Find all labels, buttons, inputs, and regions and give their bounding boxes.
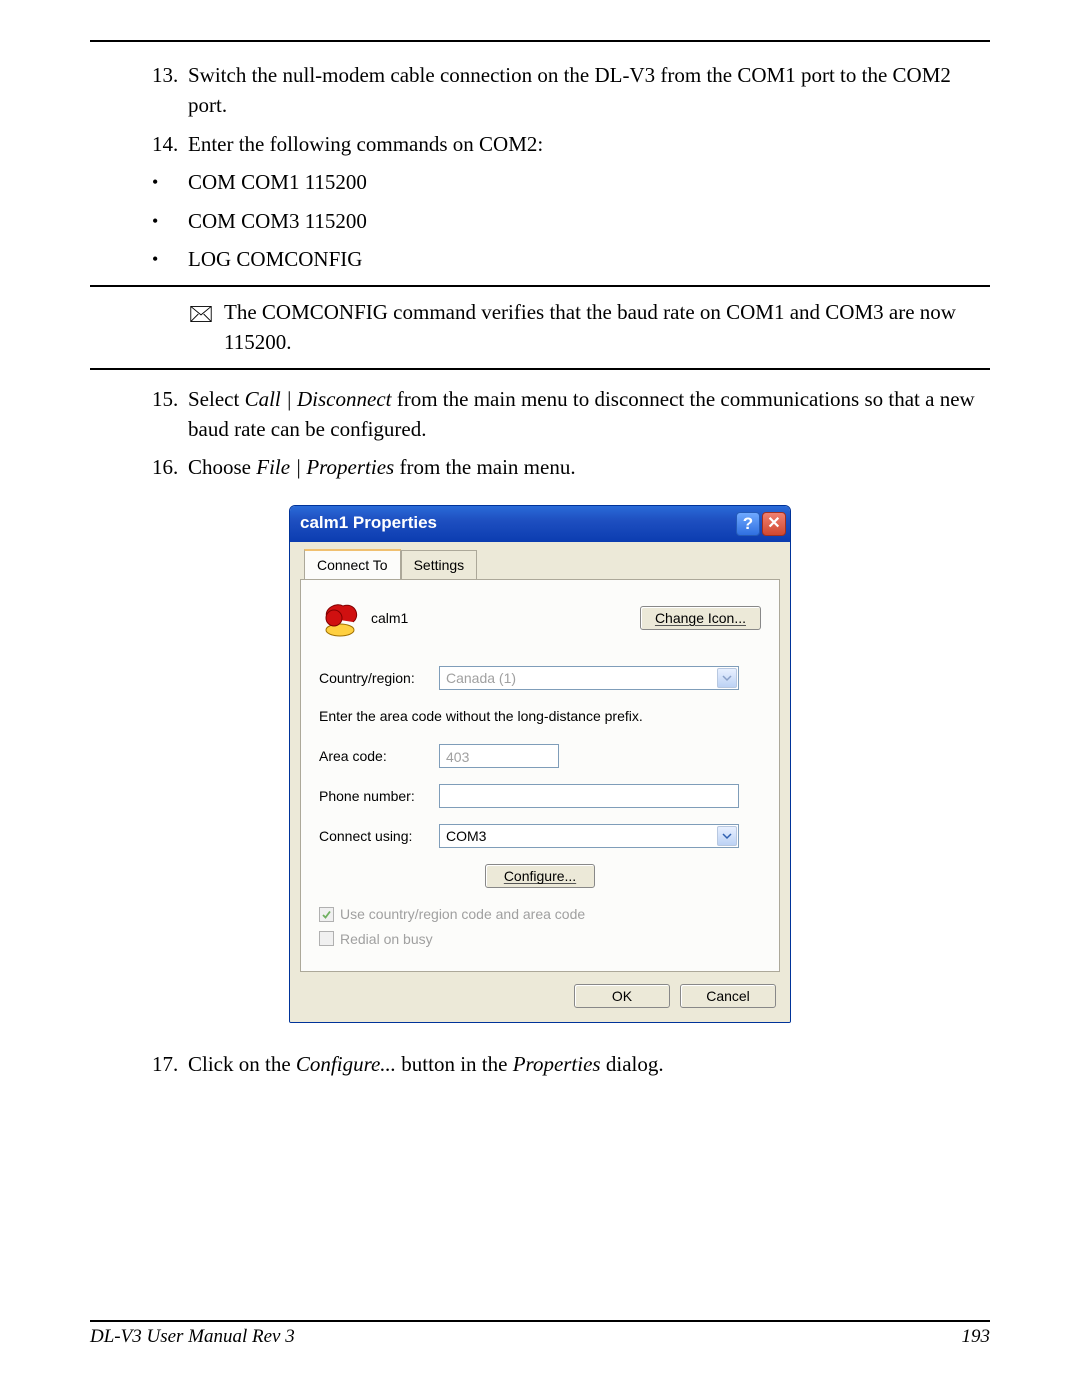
configure-button[interactable]: Configure... (485, 864, 595, 888)
bullet-item: • COM COM1 115200 (152, 167, 990, 197)
bullet-item: • COM COM3 115200 (152, 206, 990, 236)
properties-dialog: calm1 Properties ? ✕ Connect To Settings (289, 505, 791, 1023)
text-fragment: Choose (188, 455, 256, 479)
bullet: • (152, 244, 188, 274)
text-emphasis: Call | Disconnect (245, 387, 392, 411)
phone-number-field (439, 784, 739, 808)
step-number: 14. (152, 129, 188, 159)
tab-panel-connect: calm1 Change Icon... Country/region: Can… (300, 579, 780, 972)
step-number: 15. (152, 384, 188, 445)
country-region-value: Canada (1) (446, 668, 516, 688)
page-footer: DL-V3 User Manual Rev 3 193 (90, 1320, 990, 1348)
step-number: 13. (152, 60, 188, 121)
connection-name: calm1 (371, 608, 640, 628)
text-emphasis: Configure... (296, 1052, 396, 1076)
chevron-down-icon (717, 668, 737, 688)
tab-settings[interactable]: Settings (401, 550, 478, 579)
bullet: • (152, 206, 188, 236)
step-16: 16. Choose File | Properties from the ma… (152, 452, 990, 482)
country-region-row: Country/region: Canada (1) (319, 666, 761, 690)
text-fragment: from the main menu. (394, 455, 575, 479)
close-button[interactable]: ✕ (762, 512, 786, 536)
step-text: Choose File | Properties from the main m… (188, 452, 990, 482)
area-code-label: Area code: (319, 746, 439, 766)
text-fragment: Select (188, 387, 245, 411)
ok-button[interactable]: OK (574, 984, 670, 1008)
connect-using-value: COM3 (446, 826, 486, 846)
dialog-title: calm1 Properties (300, 511, 734, 536)
redial-on-busy-checkbox (319, 931, 334, 946)
footer-page-number: 193 (962, 1326, 991, 1348)
step-text: Switch the null-modem cable connection o… (188, 60, 990, 121)
use-country-code-checkbox (319, 907, 334, 922)
bullet-text: COM COM1 115200 (188, 167, 990, 197)
note-box: The COMCONFIG command verifies that the … (90, 287, 990, 368)
connect-using-label: Connect using: (319, 826, 439, 846)
phone-number-label: Phone number: (319, 786, 439, 806)
step-text: Select Call | Disconnect from the main m… (188, 384, 990, 445)
tab-strip: Connect To Settings (290, 542, 790, 579)
use-country-code-row: Use country/region code and area code (319, 904, 761, 924)
footer-left: DL-V3 User Manual Rev 3 (90, 1326, 295, 1348)
bullet-text: LOG COMCONFIG (188, 244, 990, 274)
dialog-titlebar[interactable]: calm1 Properties ? ✕ (290, 506, 790, 542)
step-17: 17. Click on the Configure... button in … (152, 1049, 990, 1079)
connection-header: calm1 Change Icon... (319, 598, 761, 638)
step-13: 13. Switch the null-modem cable connecti… (152, 60, 990, 121)
cancel-button[interactable]: Cancel (680, 984, 776, 1008)
bullet-text: COM COM3 115200 (188, 206, 990, 236)
change-icon-button[interactable]: Change Icon... (640, 606, 761, 630)
page-top-rule (90, 40, 990, 42)
chevron-down-icon[interactable] (717, 826, 737, 846)
connection-icon (319, 598, 363, 638)
step-text: Click on the Configure... button in the … (188, 1049, 990, 1079)
area-code-helper: Enter the area code without the long-dis… (319, 706, 761, 726)
text-emphasis: File | Properties (256, 455, 394, 479)
footer-rule (90, 1320, 990, 1322)
bullet-item: • LOG COMCONFIG (152, 244, 990, 274)
country-region-label: Country/region: (319, 668, 439, 688)
step-15: 15. Select Call | Disconnect from the ma… (152, 384, 990, 445)
tab-connect-to[interactable]: Connect To (304, 549, 401, 579)
step-number: 16. (152, 452, 188, 482)
area-code-row: Area code: 403 (319, 744, 761, 768)
help-button[interactable]: ? (736, 512, 760, 536)
step-14: 14. Enter the following commands on COM2… (152, 129, 990, 159)
redial-on-busy-row: Redial on busy (319, 929, 761, 949)
redial-on-busy-label: Redial on busy (340, 929, 433, 949)
note-text: The COMCONFIG command verifies that the … (224, 297, 990, 358)
dialog-button-row: OK Cancel (290, 972, 790, 1022)
text-emphasis: Properties (513, 1052, 601, 1076)
bullet: • (152, 167, 188, 197)
configure-row: Configure... (319, 864, 761, 888)
note-rule-bottom (90, 368, 990, 370)
use-country-code-label: Use country/region code and area code (340, 904, 585, 924)
step-number: 17. (152, 1049, 188, 1079)
dialog-figure: calm1 Properties ? ✕ Connect To Settings (90, 505, 990, 1023)
step-text: Enter the following commands on COM2: (188, 129, 990, 159)
country-region-select: Canada (1) (439, 666, 739, 690)
text-fragment: button in the (396, 1052, 513, 1076)
page-content: 13. Switch the null-modem cable connecti… (90, 60, 990, 1079)
area-code-field: 403 (439, 744, 559, 768)
phone-number-row: Phone number: (319, 784, 761, 808)
connect-using-select[interactable]: COM3 (439, 824, 739, 848)
connect-using-row: Connect using: COM3 (319, 824, 761, 848)
text-fragment: dialog. (601, 1052, 664, 1076)
envelope-icon (190, 297, 224, 358)
text-fragment: Click on the (188, 1052, 296, 1076)
